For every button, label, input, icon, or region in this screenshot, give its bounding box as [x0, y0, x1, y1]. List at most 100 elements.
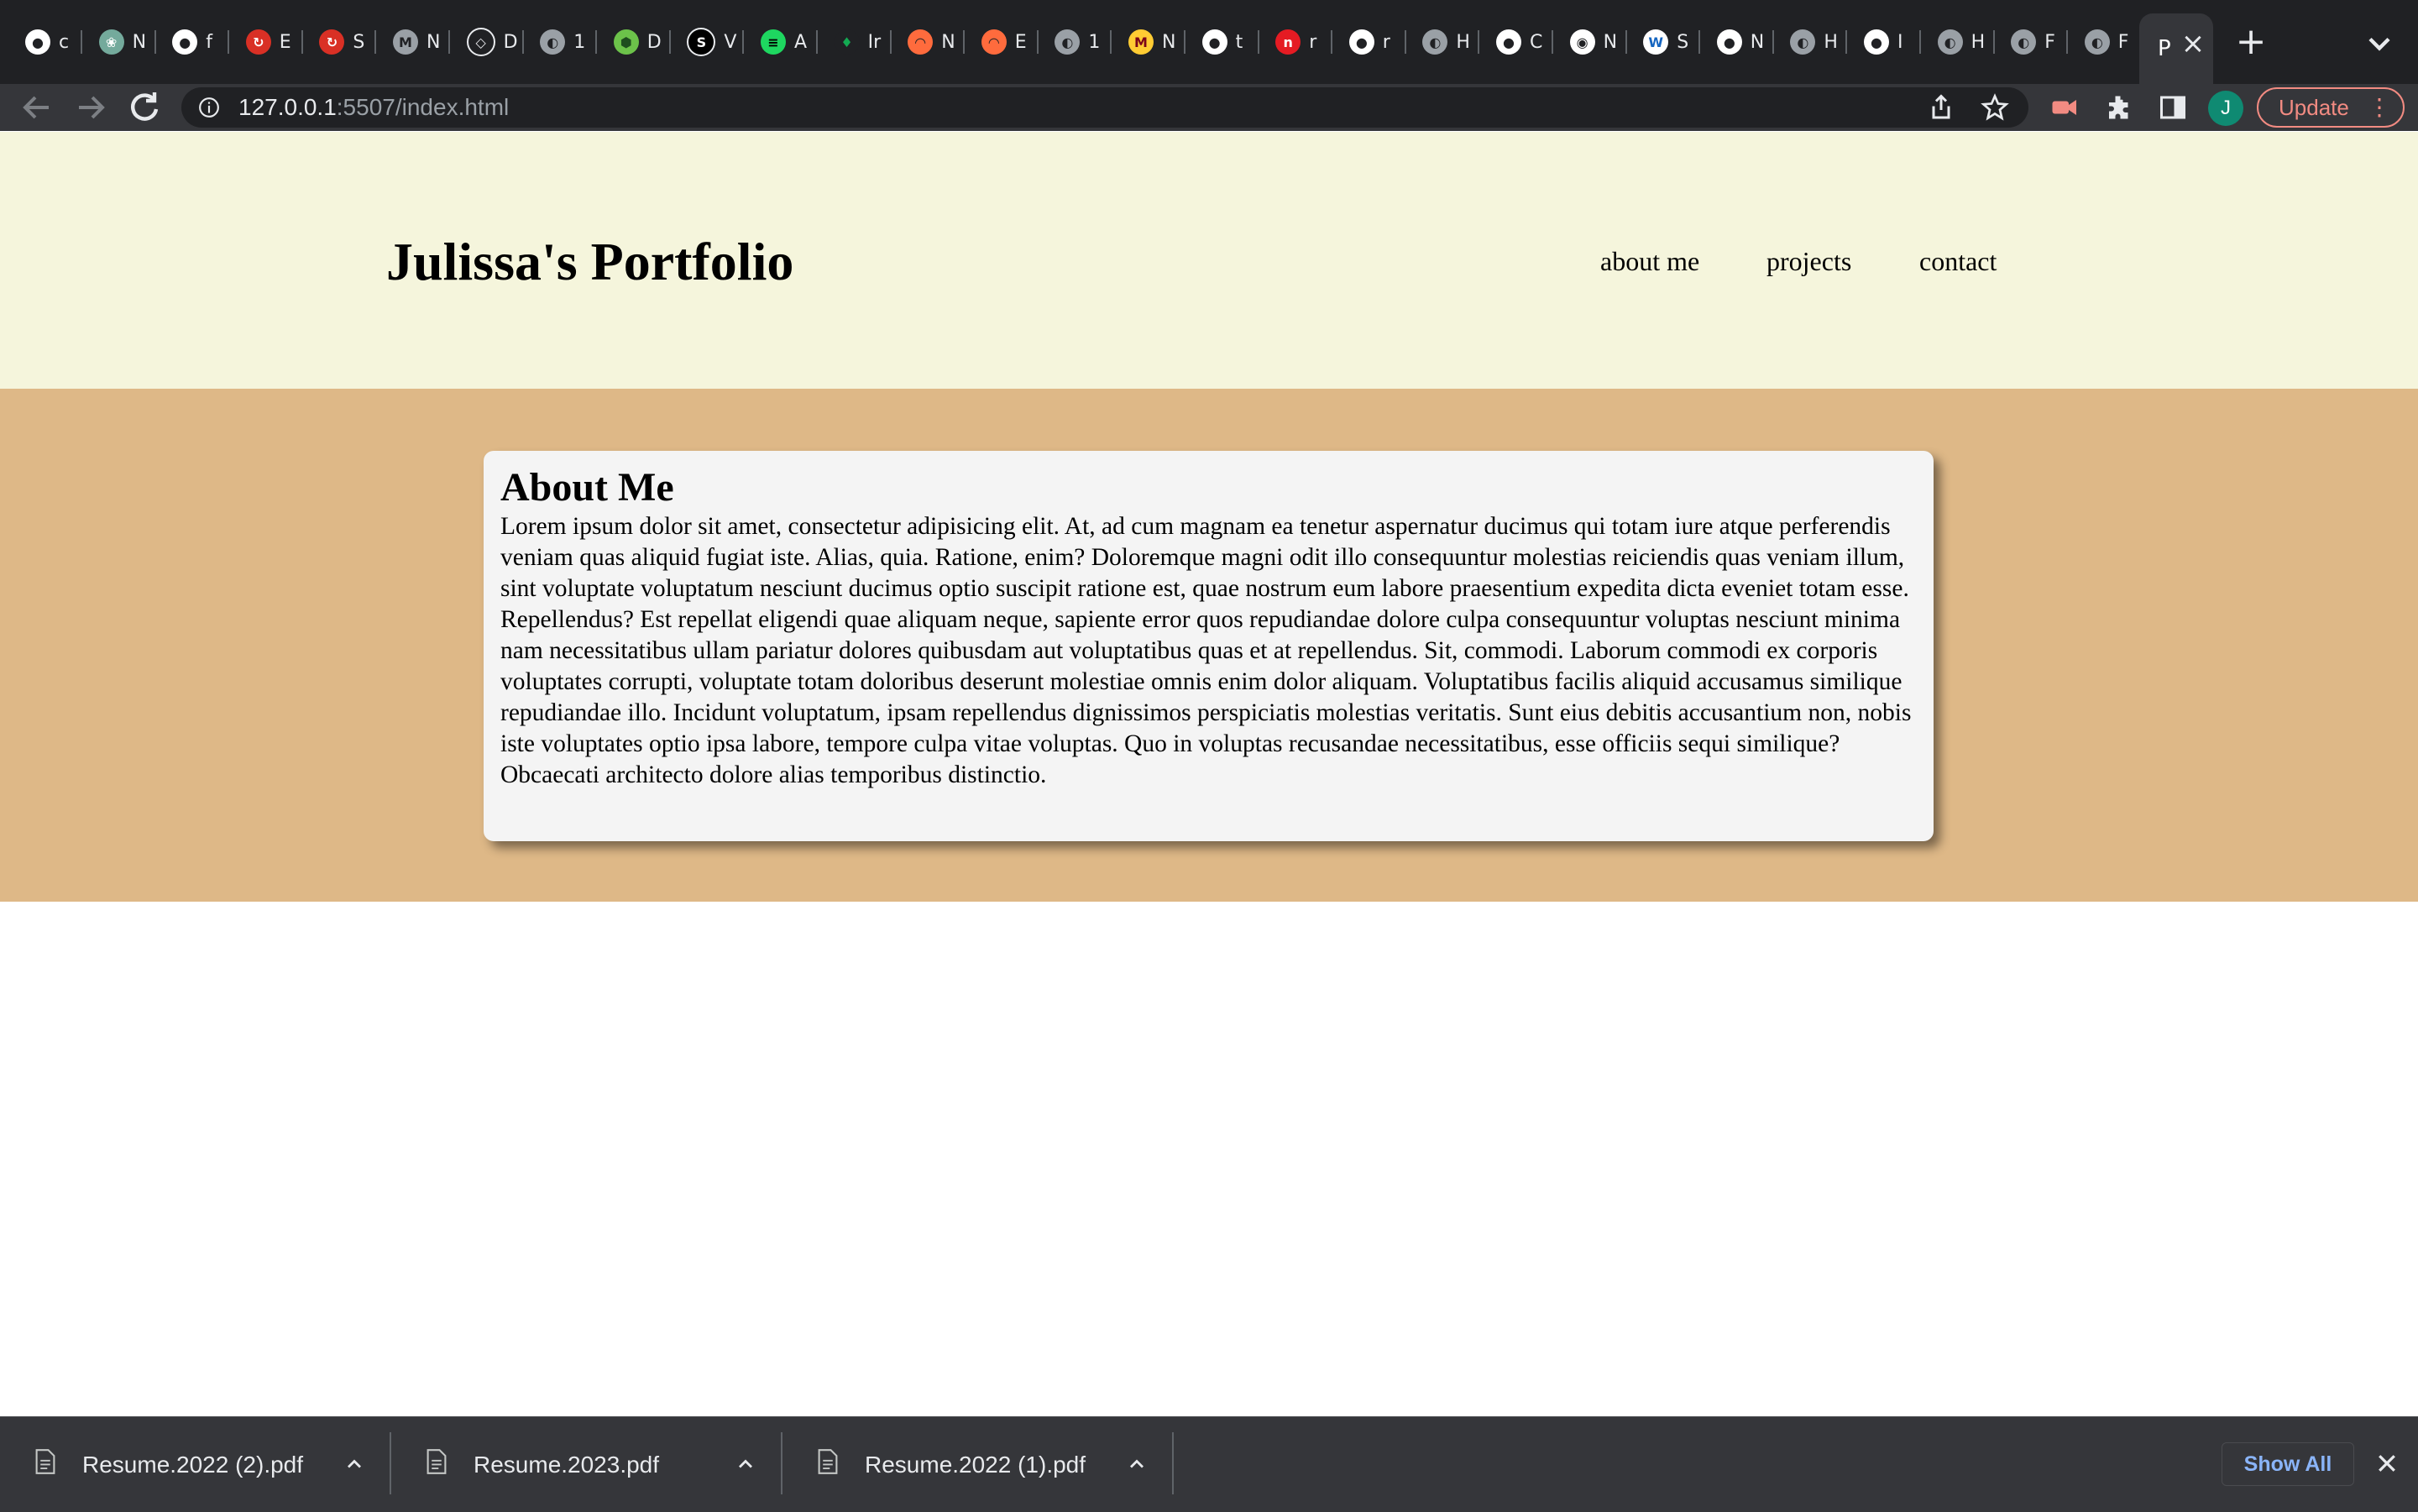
tab-title: D: [503, 31, 518, 53]
file-icon: [427, 1449, 447, 1474]
update-label: Update: [2279, 95, 2349, 120]
tab-divider: [2066, 30, 2069, 54]
globe-icon: ◐: [2011, 29, 2037, 55]
tab-title: t: [1235, 31, 1243, 53]
url-text: 127.0.0.1:5507/index.html: [238, 87, 509, 128]
browser-tab[interactable]: ↻ E: [236, 20, 303, 64]
browser-tab[interactable]: ◐ F: [2001, 20, 2069, 64]
github-icon: ●: [25, 29, 50, 55]
tab-title: 1: [1088, 31, 1101, 53]
tab-title: Ir: [867, 31, 882, 53]
download-item[interactable]: Resume.2023.pdf: [391, 1417, 782, 1512]
browser-tab[interactable]: ◐ F: [2075, 20, 2142, 64]
globe-icon: ◐: [1937, 29, 1963, 55]
close-tab-icon[interactable]: ×: [2175, 25, 2211, 62]
site-info-icon[interactable]: [198, 97, 220, 118]
tab-divider: [228, 30, 230, 54]
w3schools-icon: W: [1643, 29, 1669, 55]
browser-tab[interactable]: ◠ E: [971, 20, 1039, 64]
browser-tab[interactable]: ◐ 1: [530, 20, 598, 64]
hat-icon: ◠: [981, 29, 1007, 55]
share-icon[interactable]: [1926, 92, 1956, 123]
forward-icon[interactable]: [71, 87, 111, 128]
browser-tab[interactable]: ● t: [1192, 20, 1259, 64]
new-tab-icon[interactable]: +: [2230, 22, 2272, 64]
chevron-up-icon[interactable]: [1125, 1452, 1149, 1476]
tab-title: C: [1530, 31, 1543, 53]
close-icon[interactable]: [2374, 1451, 2400, 1476]
browser-tab[interactable]: MN: [1118, 20, 1185, 64]
chevron-up-icon[interactable]: [734, 1452, 757, 1476]
browser-tab[interactable]: WS: [1633, 20, 1701, 64]
tab-divider: [1919, 30, 1921, 54]
browser-tab[interactable]: ◐ H: [1412, 20, 1480, 64]
tab-divider: [1698, 30, 1701, 54]
tab-title: r: [1382, 31, 1390, 53]
bookmark-star-icon[interactable]: [1980, 92, 2010, 123]
tab-title: E: [1014, 31, 1027, 53]
tab-title: H: [1971, 31, 1986, 53]
download-item[interactable]: Resume.2022 (2).pdf: [0, 1417, 391, 1512]
download-item[interactable]: Resume.2022 (1).pdf: [782, 1417, 1174, 1512]
tab-divider: [889, 30, 892, 54]
browser-tab[interactable]: ◉ N: [1560, 20, 1627, 64]
browser-tab[interactable]: ◇ D: [457, 20, 524, 64]
browser-tab[interactable]: ● c: [15, 20, 82, 64]
spotify-icon: ≡: [761, 29, 786, 55]
browser-tab[interactable]: ◐ H: [1780, 20, 1848, 64]
tab-title: F: [2117, 31, 2129, 53]
browser-tab[interactable]: ● C: [1486, 20, 1553, 64]
browser-tab[interactable]: ● f: [162, 20, 230, 64]
download-filename: Resume.2022 (1).pdf: [865, 1452, 1086, 1478]
tab-divider: [301, 30, 303, 54]
browser-tab[interactable]: SV: [677, 20, 745, 64]
more-menu-icon[interactable]: ⋮: [2368, 89, 2391, 126]
tab-title: A: [794, 31, 808, 53]
tab-title: N: [941, 31, 955, 53]
tab-divider: [1036, 30, 1039, 54]
nav-link-contact[interactable]: contact: [1919, 243, 1997, 280]
m-logo-icon: M: [393, 29, 418, 55]
chevron-up-icon[interactable]: [343, 1452, 366, 1476]
browser-tab[interactable]: ◠ N: [898, 20, 966, 64]
browser-tab[interactable]: ⬢ D: [604, 20, 671, 64]
tab-divider: [1110, 30, 1112, 54]
browser-tab[interactable]: ≡ A: [751, 20, 818, 64]
tab-divider: [1331, 30, 1333, 54]
nav-link-about[interactable]: about me: [1600, 243, 1699, 280]
nav-link-projects[interactable]: projects: [1766, 243, 1851, 280]
profile-avatar[interactable]: J: [2208, 91, 2243, 126]
tab-title: E: [279, 31, 291, 53]
leaf-icon: ♦: [834, 29, 860, 55]
tab-divider: [963, 30, 966, 54]
update-button[interactable]: Update ⋮: [2257, 87, 2405, 128]
browser-tab[interactable]: ♦ Ir: [824, 20, 892, 64]
tab-title: D: [646, 31, 662, 53]
tab-title: f: [206, 31, 212, 53]
browser-tab[interactable]: ● r: [1339, 20, 1406, 64]
browser-tab[interactable]: MN: [383, 20, 450, 64]
tab-title: V: [724, 31, 737, 53]
side-panel-icon[interactable]: [2158, 92, 2188, 123]
browser-tab[interactable]: ↻ S: [309, 20, 377, 64]
m-gold-icon: M: [1128, 29, 1154, 55]
browser-tab[interactable]: nr: [1265, 20, 1333, 64]
reload-icon[interactable]: [124, 87, 165, 128]
show-all-button[interactable]: Show All: [2222, 1442, 2354, 1486]
back-icon[interactable]: [17, 87, 57, 128]
browser-tab[interactable]: ❀ N: [89, 20, 156, 64]
tab-title: N: [427, 31, 441, 53]
browser-tab[interactable]: ● N: [1707, 20, 1774, 64]
recorder-extension-icon[interactable]: [2049, 92, 2079, 123]
address-bar[interactable]: 127.0.0.1:5507/index.html: [181, 87, 2028, 128]
tab-search-icon[interactable]: [2361, 25, 2398, 62]
github-icon: ●: [1201, 29, 1227, 55]
download-filename: Resume.2023.pdf: [474, 1452, 660, 1478]
extensions-icon[interactable]: [2104, 92, 2134, 123]
divider: [1172, 1432, 1174, 1494]
browser-tab[interactable]: ◐ H: [1928, 20, 1995, 64]
browser-tab[interactable]: ◐ 1: [1044, 20, 1112, 64]
tab-title: I: [1897, 31, 1903, 53]
about-card: About Me Lorem ipsum dolor sit amet, con…: [484, 451, 1934, 841]
browser-tab[interactable]: ● I: [1854, 20, 1921, 64]
